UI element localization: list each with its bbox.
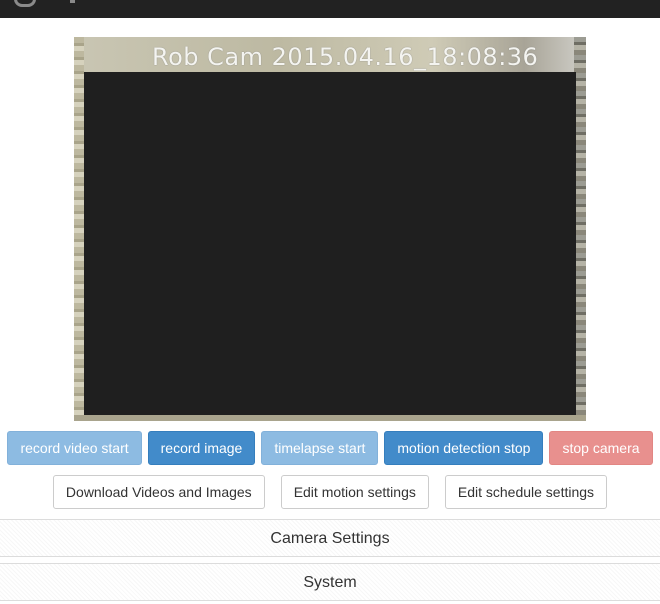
camera-action-buttons: record video start record image timelaps… (0, 431, 660, 465)
camera-settings-panel-header[interactable]: Camera Settings (0, 519, 660, 557)
download-videos-images-button[interactable]: Download Videos and Images (52, 475, 265, 509)
timelapse-start-button[interactable]: timelapse start (261, 431, 379, 465)
preview-edge-bottom (74, 415, 586, 421)
camera-timestamp-overlay: Rob Cam 2015.04.16_18:08:36 (152, 43, 539, 71)
navbar-brand[interactable] (14, 0, 36, 7)
settings-link-buttons: Download Videos and Images Edit motion s… (0, 475, 660, 509)
stop-camera-button[interactable]: stop camera (549, 431, 653, 465)
system-panel-header[interactable]: System (0, 563, 660, 601)
camera-stream-area (84, 72, 576, 415)
camera-preview: Rob Cam 2015.04.16_18:08:36 (74, 37, 586, 421)
edit-schedule-settings-button[interactable]: Edit schedule settings (444, 475, 608, 509)
preview-edge-left (74, 37, 84, 421)
motion-detection-stop-button[interactable]: motion detection stop (384, 431, 544, 465)
edit-motion-settings-button[interactable]: Edit motion settings (280, 475, 429, 509)
top-navbar (0, 0, 660, 18)
navbar-brand-fragment (70, 0, 75, 3)
record-video-start-button[interactable]: record video start (7, 431, 142, 465)
record-image-button[interactable]: record image (147, 431, 256, 465)
